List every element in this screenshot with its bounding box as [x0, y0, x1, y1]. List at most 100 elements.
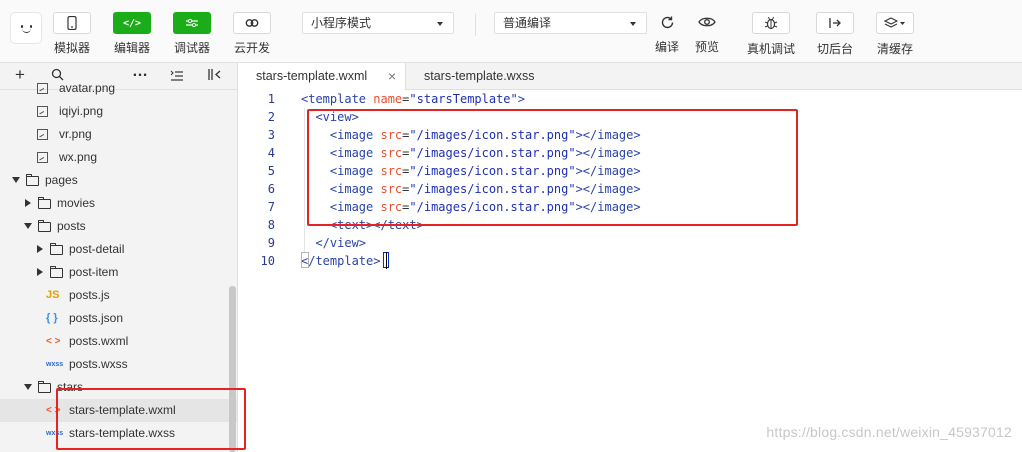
file-tree-item-label: pages — [45, 173, 78, 187]
clear-cache-label: 清缓存 — [876, 42, 913, 56]
tab-stars-template-wxml[interactable]: stars-template.wxml × — [238, 63, 406, 90]
chevron-right-icon[interactable] — [25, 199, 31, 207]
chevron-down-icon[interactable] — [24, 384, 32, 390]
line-number: 6 — [267, 182, 275, 196]
compile-select[interactable]: 普通编译 — [494, 12, 647, 34]
watermark: https://blog.csdn.net/weixin_45937012 — [766, 424, 1012, 440]
file-tree-item[interactable]: iqiyi.png — [0, 100, 237, 123]
bug-icon — [752, 12, 790, 34]
highlight-box-code — [307, 109, 798, 226]
file-tree-item-label: posts.json — [69, 311, 124, 325]
tab-label: stars-template.wxml — [256, 69, 368, 83]
close-icon[interactable]: × — [388, 63, 396, 89]
layers-icon — [876, 12, 914, 34]
background-button[interactable]: 切后台 — [816, 12, 854, 57]
file-tree-item-label: posts.wxml — [69, 334, 129, 348]
top-toolbar: 模拟器 </> 编辑器 调试器 云开发 小程序模式 普通编译 编译 预览 真机调… — [0, 0, 1022, 63]
toolbar-divider — [475, 14, 476, 36]
file-tree-item[interactable]: { } posts.json — [0, 307, 237, 330]
file-tree-item-label: movies — [57, 196, 96, 210]
line-number: 9 — [267, 236, 275, 250]
wxss-file-icon: wxss — [46, 361, 64, 368]
code-token: "starsTemplate" — [409, 92, 518, 106]
remote-debug-label: 真机调试 — [746, 42, 795, 56]
line-number: 10 — [260, 254, 275, 268]
line-number: 7 — [267, 200, 275, 214]
js-file-icon: JS — [46, 289, 60, 301]
mode-select[interactable]: 小程序模式 — [302, 12, 454, 34]
preview-button[interactable]: 预览 — [689, 12, 725, 55]
editor-label: 编辑器 — [113, 41, 150, 55]
code-line: </view> — [301, 234, 366, 252]
clear-cache-button[interactable]: 清缓存 — [875, 12, 915, 57]
switch-background-icon — [816, 12, 854, 34]
file-tree-item-label: post-item — [69, 265, 119, 279]
chevron-down-icon[interactable] — [24, 223, 32, 229]
image-file-icon — [37, 152, 48, 163]
line-number: 3 — [267, 128, 275, 142]
compile-select-value: 普通编译 — [503, 16, 552, 30]
mode-select-value: 小程序模式 — [311, 16, 372, 30]
file-tree-item[interactable]: vr.png — [0, 123, 237, 146]
preview-label: 预览 — [694, 40, 719, 54]
file-tree-item[interactable]: avatar.png — [0, 77, 237, 100]
file-tree-item[interactable]: post-detail — [0, 238, 237, 261]
code-line: </template> — [301, 252, 380, 270]
line-number: 4 — [267, 146, 275, 160]
file-tree-item[interactable]: post-item — [0, 261, 237, 284]
code-icon-glyph: </> — [122, 17, 142, 29]
simulator-button[interactable]: 模拟器 — [52, 12, 92, 56]
image-file-icon — [37, 83, 48, 94]
eye-icon — [689, 12, 725, 32]
file-tree-item[interactable]: wx.png — [0, 146, 237, 169]
chevron-right-icon[interactable] — [37, 268, 43, 276]
file-tree-item[interactable]: JS posts.js — [0, 284, 237, 307]
text-cursor — [386, 252, 387, 269]
debugger-button[interactable]: 调试器 — [172, 12, 212, 56]
file-tree-item[interactable]: < > posts.wxml — [0, 330, 237, 353]
file-tree-item-label: posts.js — [69, 288, 110, 302]
chevron-down-icon[interactable] — [12, 177, 20, 183]
image-file-icon — [37, 129, 48, 140]
file-tree-item[interactable]: wxss posts.wxss — [0, 353, 237, 376]
code-token: </view> — [315, 236, 367, 250]
file-tree-item-label: avatar.png — [59, 81, 116, 95]
avatar[interactable] — [10, 12, 42, 44]
cloud-button[interactable]: 云开发 — [232, 12, 272, 56]
line-number: 8 — [267, 218, 275, 232]
compile-button[interactable]: 编译 — [649, 12, 685, 55]
editor-tabs: stars-template.wxml × stars-template.wxs… — [238, 63, 1022, 90]
line-number: 1 — [267, 92, 275, 106]
folder-icon — [38, 220, 51, 232]
tab-stars-template-wxss[interactable]: stars-template.wxss — [406, 63, 566, 89]
remote-debug-button[interactable]: 真机调试 — [746, 12, 796, 57]
compile-label: 编译 — [654, 40, 679, 54]
file-tree-item[interactable]: pages — [0, 169, 237, 192]
file-tree-item-label: iqiyi.png — [59, 104, 104, 118]
file-tree-item[interactable]: posts — [0, 215, 237, 238]
file-tree-item-label: vr.png — [59, 127, 92, 141]
tab-label: stars-template.wxss — [424, 69, 535, 83]
file-tree-item[interactable]: movies — [0, 192, 237, 215]
wxml-file-icon: < > — [46, 336, 61, 347]
chevron-right-icon[interactable] — [37, 245, 43, 253]
avatar-mouth — [22, 27, 31, 33]
folder-icon — [50, 243, 63, 255]
background-label: 切后台 — [816, 42, 853, 56]
folder-icon — [26, 174, 39, 186]
cloud-label: 云开发 — [233, 41, 270, 55]
folder-icon — [50, 266, 63, 278]
folder-icon — [38, 197, 51, 209]
line-number: 2 — [267, 110, 275, 124]
chevron-down-icon — [437, 22, 443, 26]
editor-button[interactable]: </> 编辑器 — [112, 12, 152, 56]
simulator-label: 模拟器 — [53, 41, 90, 55]
code-icon: </> — [113, 12, 151, 34]
file-tree-item-label: post-detail — [69, 242, 125, 256]
code-token: > — [517, 92, 525, 106]
file-tree-item-label: posts — [57, 219, 86, 233]
highlight-box-files — [56, 388, 246, 450]
folder-icon — [38, 381, 51, 393]
chevron-down-icon — [630, 22, 636, 26]
